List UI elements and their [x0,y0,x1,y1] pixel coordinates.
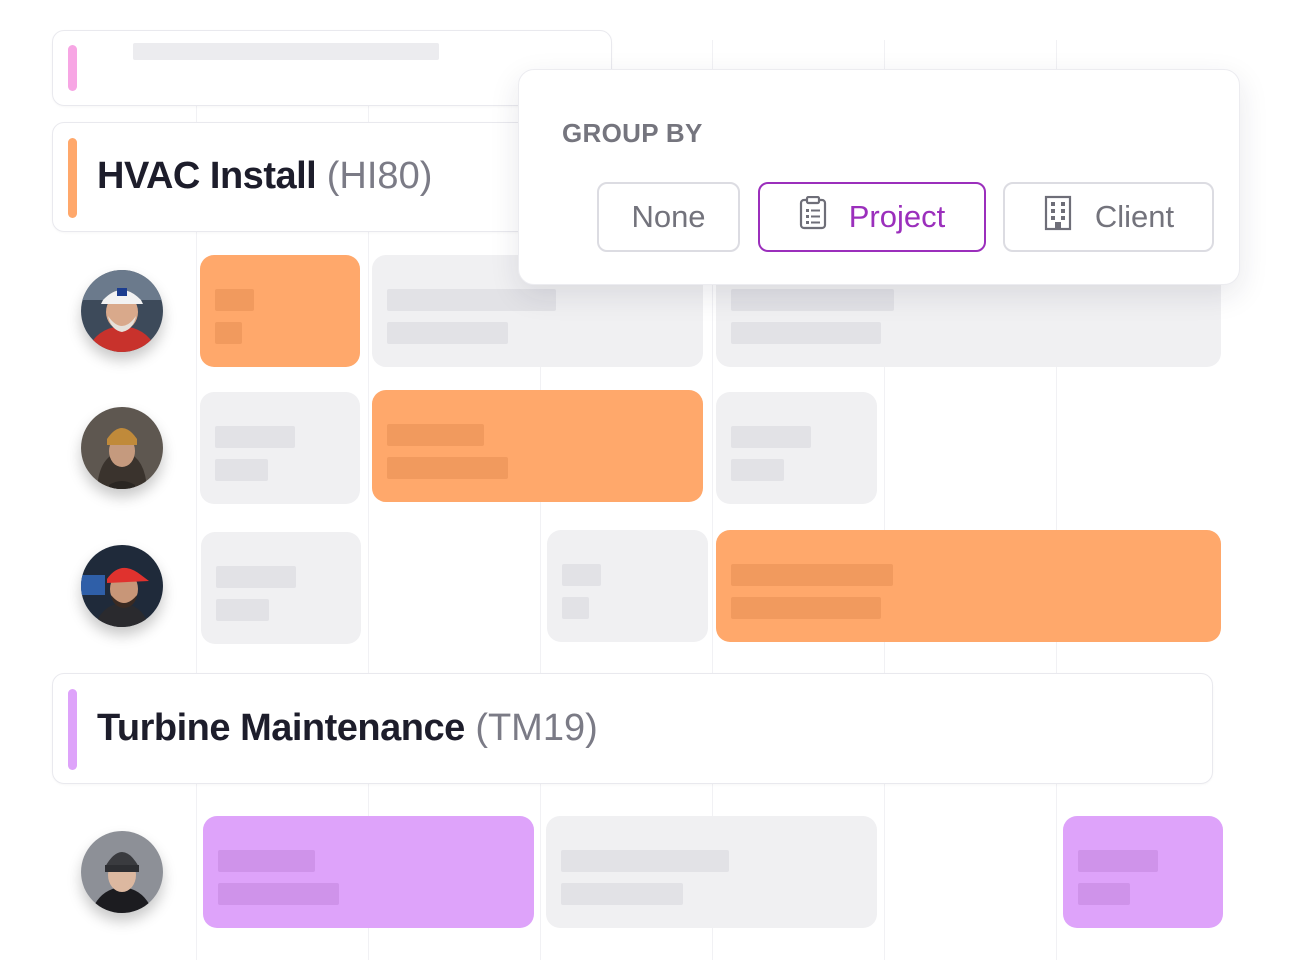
option-label: Project [848,199,946,234]
avatar[interactable] [81,545,163,627]
placeholder-bar [133,43,439,60]
group-accent [68,689,77,770]
group-header-turbine-maintenance[interactable]: Turbine Maintenance (TM19) [52,673,1213,784]
group-code: (TM19) [475,707,598,749]
avatar[interactable] [81,407,163,489]
schedule-block[interactable] [200,392,360,504]
schedule-block[interactable] [1063,816,1223,928]
avatar[interactable] [81,270,163,352]
group-by-client-button[interactable]: Client [1003,182,1214,252]
schedule-block[interactable] [372,390,703,502]
group-by-none-button[interactable]: None [597,182,740,252]
group-name: Turbine Maintenance [97,707,465,749]
schedule-block[interactable] [716,392,877,504]
group-code: (HI80) [326,155,433,197]
group-by-popover: GROUP BY None Project Client [518,69,1240,285]
group-name: HVAC Install [97,155,317,197]
option-label: None [631,199,706,234]
schedule-block[interactable] [200,255,360,367]
group-accent [68,138,77,218]
schedule-block[interactable] [546,816,877,928]
option-label: Client [1094,199,1175,234]
schedule-block[interactable] [203,816,534,928]
schedule-block[interactable] [716,530,1221,642]
clipboard-list-icon [799,195,827,238]
schedule-block[interactable] [547,530,708,642]
building-icon [1043,195,1073,239]
group-by-project-button[interactable]: Project [758,182,986,252]
avatar[interactable] [81,831,163,913]
schedule-block[interactable] [201,532,361,644]
group-by-title: GROUP BY [562,118,703,148]
group-accent-pink [68,45,77,91]
